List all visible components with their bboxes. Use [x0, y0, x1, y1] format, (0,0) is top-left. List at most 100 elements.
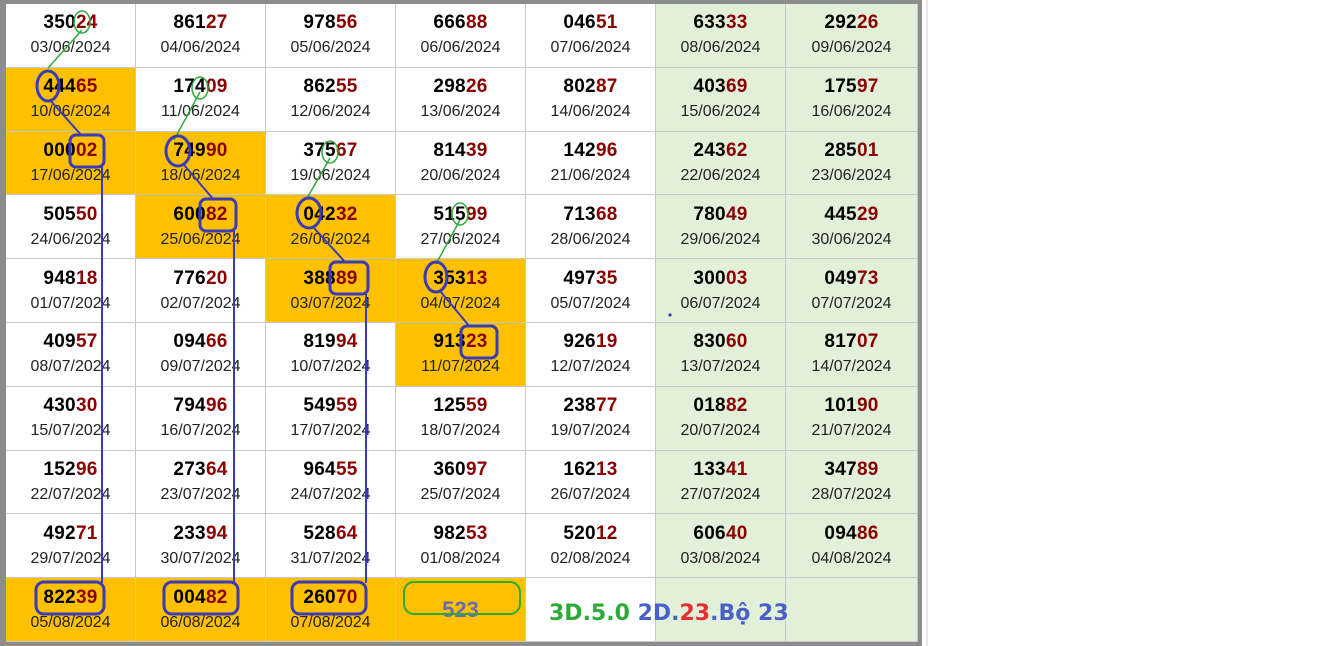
result-number: 17409 [173, 76, 227, 98]
result-date: 22/07/2024 [30, 485, 111, 503]
number-head: 174 [173, 76, 206, 98]
number-tail: 56 [335, 12, 358, 34]
result-cell: 79496 16/07/2024 [136, 386, 266, 451]
number-head: 780 [693, 203, 726, 225]
result-date: 27/07/2024 [680, 485, 761, 503]
result-date: 22/06/2024 [680, 166, 761, 184]
result-date: 02/08/2024 [550, 549, 631, 567]
number-tail: 71 [75, 522, 98, 544]
result-cell: 43030 15/07/2024 [6, 386, 136, 451]
result-number: 23394 [173, 523, 227, 545]
result-number: 81994 [303, 331, 357, 353]
number-head: 101 [824, 395, 857, 417]
result-number: 80287 [563, 76, 617, 98]
result-number: 40957 [43, 331, 97, 353]
result-number: 51599 [433, 204, 487, 226]
result-cell: 13341 27/07/2024 [656, 450, 786, 515]
result-number: 44465 [43, 76, 97, 98]
result-number: 79496 [173, 395, 227, 417]
result-number: 29226 [824, 12, 878, 34]
number-tail: 67 [335, 139, 358, 161]
result-number: 54959 [303, 395, 357, 417]
result-cell: 77620 02/07/2024 [136, 259, 266, 323]
result-cell: 17597 16/06/2024 [786, 67, 918, 132]
result-cell: 86127 04/06/2024 [136, 4, 266, 68]
result-number: 23877 [563, 395, 617, 417]
number-head: 133 [693, 458, 726, 480]
result-cell: 86255 12/06/2024 [266, 67, 396, 132]
number-head: 409 [43, 331, 76, 353]
result-cell: 04651 07/06/2024 [526, 4, 656, 68]
number-head: 444 [43, 76, 76, 98]
result-cell: 04232 26/06/2024 [266, 195, 396, 260]
result-number: 52012 [563, 523, 617, 545]
number-tail: 23 [465, 331, 488, 353]
number-head: 046 [563, 12, 596, 34]
number-tail: 50 [75, 203, 98, 225]
result-date: 10/07/2024 [290, 358, 371, 376]
number-head: 819 [303, 331, 336, 353]
result-cell: 52864 31/07/2024 [266, 514, 396, 579]
result-cell: 29826 13/06/2024 [396, 67, 526, 132]
number-head: 549 [303, 395, 336, 417]
result-number: 15296 [43, 459, 97, 481]
number-head: 802 [563, 76, 596, 98]
result-cell: 523 [396, 578, 526, 642]
result-number: 92619 [563, 331, 617, 353]
result-cell: 82239 05/08/2024 [6, 578, 136, 642]
number-head: 606 [693, 522, 726, 544]
result-date: 15/06/2024 [680, 103, 761, 121]
number-head: 430 [43, 395, 76, 417]
result-date: 29/07/2024 [30, 549, 111, 567]
result-number: 27364 [173, 459, 227, 481]
result-number: 94818 [43, 268, 97, 290]
result-cell: 49735 05/07/2024 [526, 259, 656, 323]
number-head: 175 [824, 76, 857, 98]
number-tail: 03 [725, 267, 748, 289]
result-date: 17/06/2024 [30, 166, 111, 184]
result-number: 28501 [824, 140, 878, 162]
number-tail: 90 [205, 139, 228, 161]
number-head: 822 [43, 586, 76, 608]
result-date: 16/07/2024 [160, 422, 241, 440]
result-date: 03/07/2024 [290, 294, 371, 312]
result-cell: 23877 19/07/2024 [526, 386, 656, 451]
result-number: 86255 [303, 76, 357, 98]
number-head: 515 [433, 203, 466, 225]
result-number: 36097 [433, 459, 487, 481]
number-head: 817 [824, 331, 857, 353]
result-date: 18/06/2024 [160, 166, 241, 184]
result-cell: 81707 14/07/2024 [786, 322, 918, 387]
result-cell: 34789 28/07/2024 [786, 450, 918, 515]
number-head: 926 [563, 331, 596, 353]
result-cell: 54959 17/07/2024 [266, 386, 396, 451]
result-cell: 30003 06/07/2024 [656, 259, 786, 323]
result-number: 77620 [173, 268, 227, 290]
result-cell: 49271 29/07/2024 [6, 514, 136, 579]
result-date: 15/07/2024 [30, 422, 111, 440]
number-tail: 77 [595, 395, 618, 417]
result-number: 96455 [303, 459, 357, 481]
result-cell: 37567 19/06/2024 [266, 131, 396, 196]
result-number: 16213 [563, 459, 617, 481]
number-tail: 88 [465, 12, 488, 34]
number-tail: 27 [205, 12, 228, 34]
result-cell: 12559 18/07/2024 [396, 386, 526, 451]
result-number: 60640 [693, 523, 747, 545]
result-number: 00482 [173, 587, 227, 609]
number-tail: 89 [335, 267, 358, 289]
result-number: 00002 [43, 140, 97, 162]
number-head: 243 [693, 139, 726, 161]
number-head: 233 [173, 522, 206, 544]
result-date: 30/06/2024 [811, 230, 892, 248]
result-number: 34789 [824, 459, 878, 481]
number-head: 298 [433, 76, 466, 98]
result-cell: 10190 21/07/2024 [786, 386, 918, 451]
result-date: 12/07/2024 [550, 358, 631, 376]
result-cell: 52012 02/08/2024 [526, 514, 656, 579]
number-tail: 97 [465, 458, 488, 480]
result-cell: 40957 08/07/2024 [6, 322, 136, 387]
result-date: 25/06/2024 [160, 230, 241, 248]
number-head: 862 [303, 76, 336, 98]
number-head: 600 [173, 203, 206, 225]
